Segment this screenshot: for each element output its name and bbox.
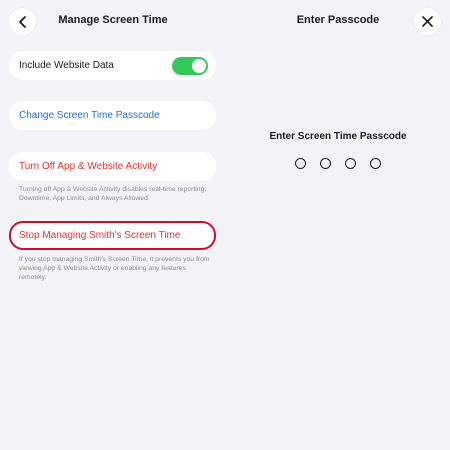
stop-managing-button[interactable]: Stop Managing Smith's Screen Time bbox=[9, 221, 216, 250]
page-title: Manage Screen Time bbox=[58, 14, 168, 26]
passcode-dot bbox=[295, 158, 306, 169]
enter-passcode-pane: Enter Passcode Enter Screen Time Passcod… bbox=[226, 0, 450, 450]
passcode-prompt: Enter Screen Time Passcode bbox=[269, 131, 407, 142]
manage-screen-time-pane: Manage Screen Time Include Website Data … bbox=[0, 0, 226, 450]
include-website-data-toggle[interactable] bbox=[172, 57, 208, 75]
close-icon bbox=[422, 16, 433, 27]
close-button[interactable] bbox=[414, 8, 441, 35]
include-website-data-label: Include Website Data bbox=[19, 60, 114, 71]
passcode-dot bbox=[345, 158, 356, 169]
stop-managing-note: If you stop managing Smith's Screen Time… bbox=[19, 256, 210, 281]
turn-off-activity-button[interactable]: Turn Off App & Website Activity bbox=[9, 152, 216, 181]
passcode-dot bbox=[320, 158, 331, 169]
toggle-knob bbox=[192, 59, 206, 73]
turn-off-activity-note: Turning off App & Website Activity disab… bbox=[19, 186, 207, 202]
screen-time-screen: Manage Screen Time Include Website Data … bbox=[0, 0, 450, 450]
passcode-dots[interactable] bbox=[226, 158, 450, 169]
change-passcode-button[interactable]: Change Screen Time Passcode bbox=[9, 101, 216, 130]
passcode-dot bbox=[370, 158, 381, 169]
include-website-data-row: Include Website Data bbox=[9, 51, 216, 80]
